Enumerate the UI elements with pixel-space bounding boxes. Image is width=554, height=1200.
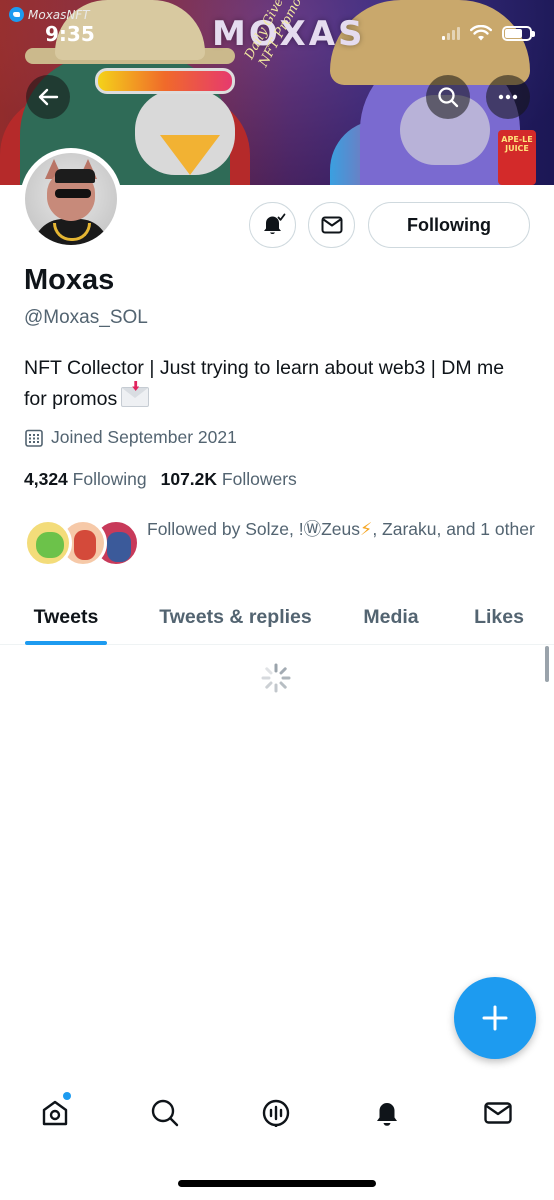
notifications-toggle-button[interactable] [249,202,296,248]
nav-search[interactable] [143,1091,187,1135]
tab-media[interactable]: Media [357,590,425,645]
nav-messages[interactable] [476,1091,520,1135]
signal-icon [442,26,460,40]
bottom-navigation [0,1083,554,1143]
watermark-text: MoxasNFT [28,7,90,22]
search-button[interactable] [426,75,470,119]
message-button[interactable] [308,202,355,248]
display-name: Moxas [24,264,115,296]
joined-date: Joined September 2021 [24,427,237,448]
tab-label: Media [363,606,419,628]
active-tab-indicator [25,641,107,645]
tab-label: Likes [474,606,524,628]
compose-tweet-button[interactable] [454,977,536,1059]
followers-stat[interactable]: 107.2K Followers [161,469,297,490]
following-button[interactable]: Following [368,202,530,248]
followed-by-prefix: Followed by Solze, !ⓌZeus [147,519,361,539]
following-count: 4,324 [24,469,68,489]
status-indicators [442,25,535,41]
spaces-icon [262,1099,290,1127]
mutual-avatar [24,519,72,567]
bio-text: NFT Collector | Just trying to learn abo… [24,357,505,410]
battery-icon [502,25,535,41]
home-indicator[interactable] [178,1180,376,1187]
twitter-bird-icon [9,7,24,22]
plus-icon [482,1005,508,1031]
joined-text: Joined September 2021 [51,427,237,447]
followed-by-section[interactable]: Followed by Solze, !ⓌZeus⚡, Zaraku, and … [24,514,537,574]
user-handle: @Moxas_SOL [24,307,148,328]
bell-icon [377,1103,397,1126]
loading-spinner-icon [261,663,291,693]
calendar-icon [25,429,43,447]
following-label: Following [72,469,147,489]
followers-count: 107.2K [160,469,218,489]
scrollbar[interactable] [545,646,549,682]
tab-label: Tweets & replies [159,606,312,628]
tab-tweets-and-replies[interactable]: Tweets & replies [150,590,321,645]
incoming-envelope-icon [121,387,150,407]
followed-by-text: Followed by Solze, !ⓌZeus⚡, Zaraku, and … [147,514,537,544]
profile-bio: NFT Collector | Just trying to learn abo… [24,353,524,415]
banner-left-sunglasses [95,68,235,94]
follow-stats: 4,324 Following 107.2K Followers [24,469,297,490]
search-icon [438,87,459,108]
profile-avatar[interactable] [20,148,122,250]
mutual-avatars [24,519,140,569]
new-content-dot [63,1092,71,1100]
wifi-icon [470,25,492,41]
bell-check-icon [263,213,285,235]
followers-label: Followers [221,469,297,489]
lightning-icon: ⚡ [360,519,373,539]
mail-icon [484,1102,512,1124]
nav-spaces[interactable] [254,1091,298,1135]
avatar-image [25,153,117,245]
profile-tabs: Tweets Tweets & replies Media Likes [0,590,554,645]
more-horizontal-icon [498,94,518,100]
pizza-slice [160,135,220,175]
home-icon [42,1100,68,1126]
watermark: MoxasNFT [9,7,90,22]
status-time: 9:35 [45,22,95,46]
followed-by-suffix: , Zaraku, and 1 other [372,519,535,539]
mail-icon [321,216,342,234]
tab-tweets[interactable]: Tweets [25,590,107,645]
nav-notifications[interactable] [365,1091,409,1135]
juice-label: APE-LE JUICE [501,135,533,153]
more-options-button[interactable] [486,75,530,119]
search-icon [151,1099,179,1127]
arrow-left-icon [38,88,59,106]
tab-likes[interactable]: Likes [470,590,528,645]
following-stat[interactable]: 4,324 Following [24,469,147,490]
back-button[interactable] [26,75,70,119]
tab-label: Tweets [33,606,99,628]
